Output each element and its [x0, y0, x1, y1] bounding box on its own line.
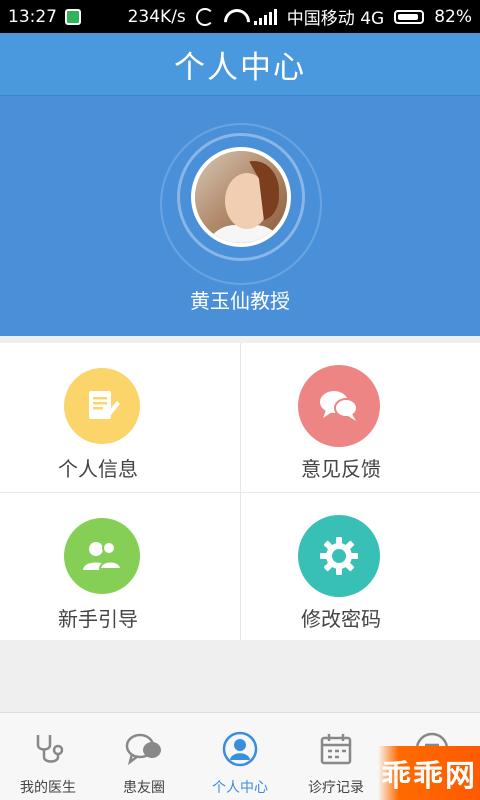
menu-label: 修改密码	[301, 607, 381, 631]
tab-label: 患友圈	[123, 780, 165, 796]
battery-level: 82%	[434, 6, 472, 27]
battery-icon	[394, 9, 425, 24]
menu-label: 新手引导	[58, 607, 138, 631]
edit-document-icon	[64, 368, 140, 444]
menu-item-feedback[interactable]: 意见反馈	[240, 343, 480, 492]
avatar[interactable]	[191, 147, 291, 247]
stethoscope-icon	[28, 729, 68, 769]
watermark-text: 乖乖网	[381, 759, 477, 794]
menu-label: 意见反馈	[301, 457, 381, 481]
calendar-icon	[316, 729, 356, 769]
tab-my-doctor[interactable]: 我的医生	[0, 713, 96, 800]
page-title: 个人中心	[174, 49, 306, 86]
tab-label: 我的医生	[20, 780, 76, 796]
app-notification-icon	[65, 8, 81, 25]
tab-medical-records[interactable]: 诊疗记录	[288, 713, 384, 800]
menu-item-guide[interactable]: 新手引导	[0, 492, 240, 641]
tab-patient-circle[interactable]: 患友圈	[96, 713, 192, 800]
status-right: 234K/s 中国移动 4G 82%	[127, 4, 472, 30]
status-left: 13:27	[8, 7, 81, 27]
signal-icon	[253, 8, 277, 25]
menu-item-change-password[interactable]: 修改密码	[240, 492, 480, 641]
carrier-label: 中国移动 4G	[286, 9, 385, 29]
title-bar: 个人中心	[0, 33, 480, 96]
gear-icon	[298, 515, 380, 597]
menu-grid: 个人信息 意见反馈 新手引导 修改密码	[0, 343, 480, 641]
tab-label: 个人中心	[212, 780, 268, 796]
profile-header: 黄玉仙教授	[0, 96, 480, 336]
sync-icon	[195, 7, 214, 26]
profile-name: 黄玉仙教授	[190, 289, 290, 313]
status-bar: 13:27 234K/s 中国移动 4G 82%	[0, 0, 480, 33]
menu-label: 个人信息	[58, 457, 138, 481]
watermark-logo: 乖乖网	[378, 746, 480, 800]
users-icon	[64, 518, 140, 594]
tab-label: 诊疗记录	[308, 780, 364, 796]
network-speed: 234K/s	[127, 6, 186, 27]
chat-bubbles-icon	[298, 365, 380, 447]
tab-personal-center[interactable]: 个人中心	[192, 713, 288, 800]
wifi-icon	[224, 9, 244, 25]
menu-item-personal-info[interactable]: 个人信息	[0, 343, 240, 492]
user-circle-icon	[220, 729, 260, 769]
chat-icon	[124, 729, 164, 769]
status-time: 13:27	[8, 6, 57, 27]
